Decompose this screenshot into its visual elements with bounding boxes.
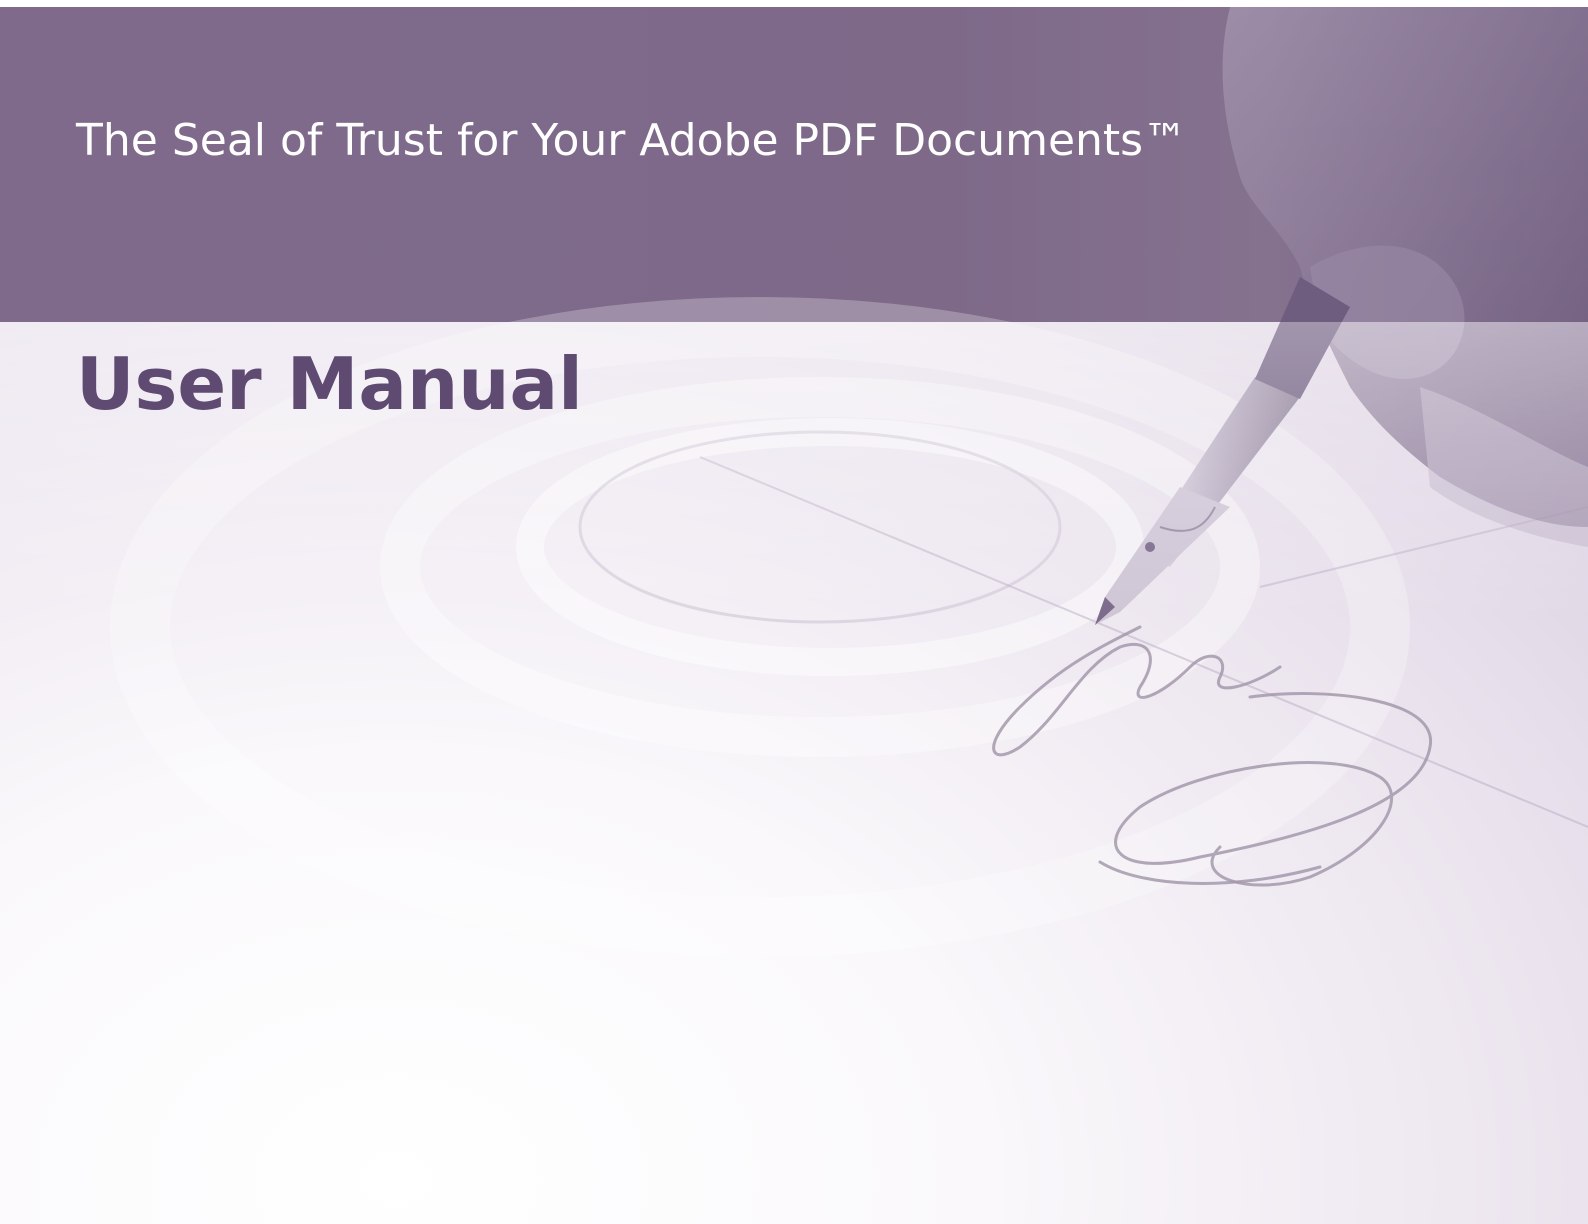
document-cover: The Seal of Trust for Your Adobe PDF Doc… — [0, 0, 1588, 1224]
cover-title: User Manual — [76, 342, 583, 426]
cover-tagline: The Seal of Trust for Your Adobe PDF Doc… — [76, 115, 1188, 166]
top-margin — [0, 0, 1588, 7]
signing-illustration — [0, 7, 1588, 957]
